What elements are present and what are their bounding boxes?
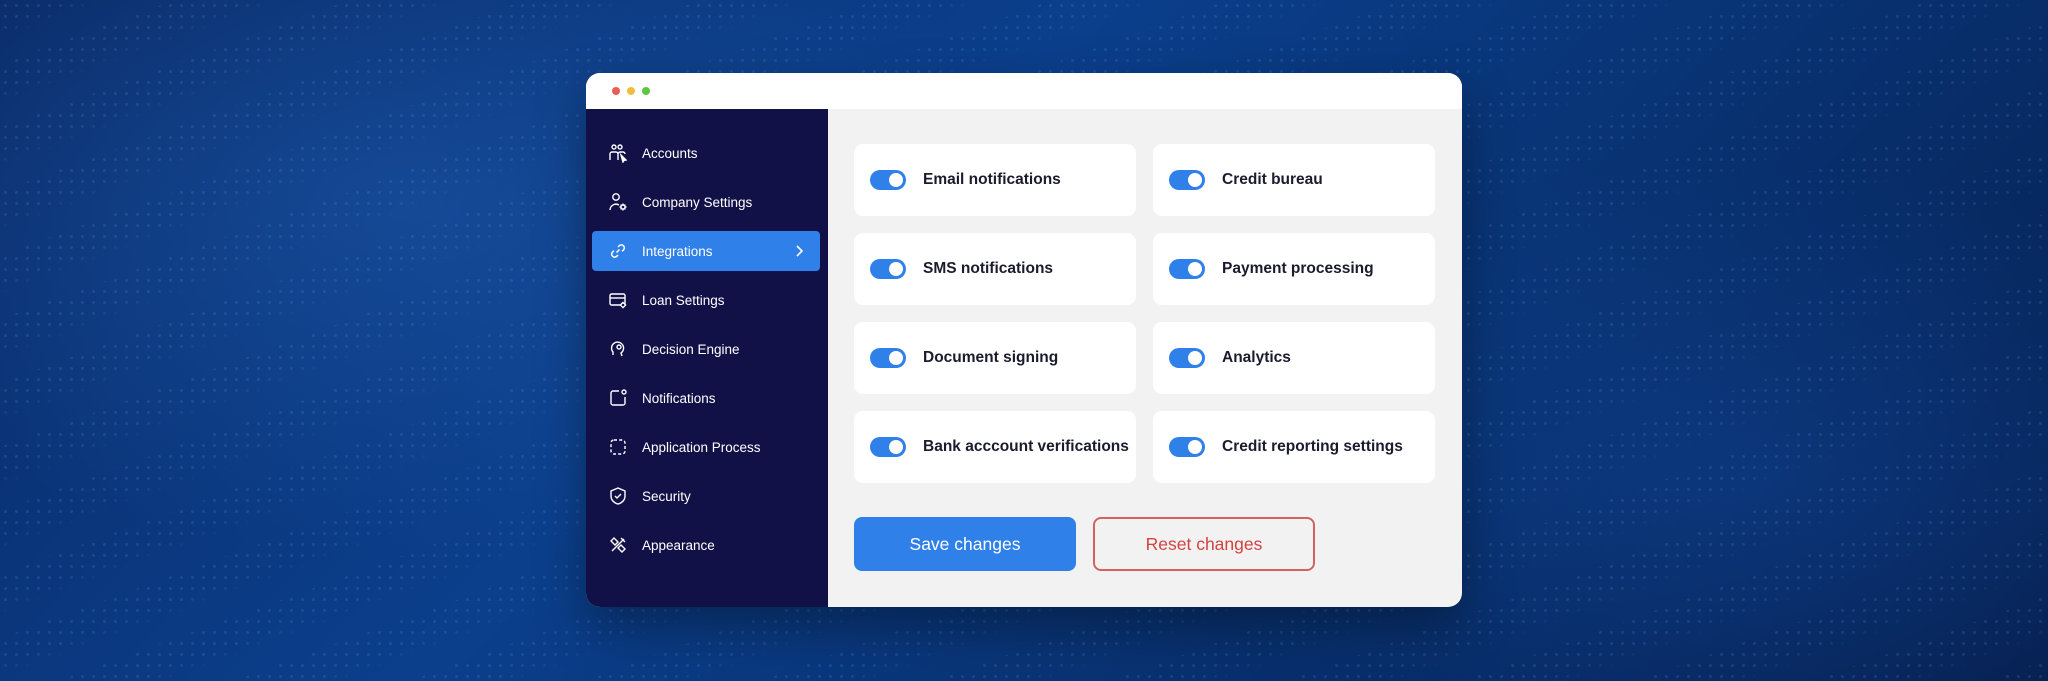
analytics-toggle[interactable]	[1169, 348, 1205, 368]
integration-card-credit-reporting-settings: Credit reporting settings	[1153, 411, 1435, 483]
appearance-icon	[608, 535, 628, 555]
document-signing-toggle[interactable]	[870, 348, 906, 368]
integration-card-sms-notifications: SMS notifications	[854, 233, 1136, 305]
integration-label: Analytics	[1222, 349, 1291, 366]
payment-processing-toggle[interactable]	[1169, 259, 1205, 279]
sidebar-item-application-process[interactable]: Application Process	[592, 427, 820, 467]
sidebar-item-label: Decision Engine	[642, 341, 740, 357]
integration-label: SMS notifications	[923, 260, 1054, 277]
integration-card-payment-processing: Payment processing	[1153, 233, 1435, 305]
integration-card-bank-account-verifications: Bank acccount verifications	[854, 411, 1136, 483]
integration-label: Email notifications	[923, 171, 1061, 188]
integration-card-credit-bureau: Credit bureau	[1153, 144, 1435, 216]
integrations-grid: Email notifications Credit bureau SMS no…	[854, 144, 1436, 483]
integrations-panel: Email notifications Credit bureau SMS no…	[828, 109, 1462, 607]
notifications-icon	[608, 388, 628, 408]
sidebar-item-label: Application Process	[642, 439, 761, 455]
integration-label: Bank acccount verifications	[923, 438, 1129, 455]
application-process-icon	[608, 437, 628, 457]
bank-account-verifications-toggle[interactable]	[870, 437, 906, 457]
chevron-right-icon	[796, 245, 804, 257]
sidebar-item-label: Integrations	[642, 243, 713, 259]
maximize-window-button[interactable]	[642, 87, 650, 95]
credit-bureau-toggle[interactable]	[1169, 170, 1205, 190]
sidebar: Accounts Company Settings Integrations L…	[586, 109, 828, 607]
integration-card-document-signing: Document signing	[854, 322, 1136, 394]
integration-label: Document signing	[923, 349, 1059, 366]
email-notifications-toggle[interactable]	[870, 170, 906, 190]
shield-icon	[608, 486, 628, 506]
sidebar-item-company-settings[interactable]: Company Settings	[592, 182, 820, 222]
sidebar-item-notifications[interactable]: Notifications	[592, 378, 820, 418]
reset-changes-button[interactable]: Reset changes	[1093, 517, 1315, 571]
integration-label: Payment processing	[1222, 260, 1374, 277]
integration-card-email-notifications: Email notifications	[854, 144, 1136, 216]
integration-card-analytics: Analytics	[1153, 322, 1435, 394]
integrations-icon	[608, 241, 628, 261]
sidebar-item-integrations[interactable]: Integrations	[592, 231, 820, 271]
sidebar-item-security[interactable]: Security	[592, 476, 820, 516]
integration-label: Credit reporting settings	[1222, 438, 1403, 455]
sidebar-item-label: Notifications	[642, 390, 716, 406]
sidebar-item-loan-settings[interactable]: Loan Settings	[592, 280, 820, 320]
credit-reporting-settings-toggle[interactable]	[1169, 437, 1205, 457]
sms-notifications-toggle[interactable]	[870, 259, 906, 279]
app-window: Accounts Company Settings Integrations L…	[586, 73, 1462, 607]
loan-settings-icon	[608, 290, 628, 310]
close-window-button[interactable]	[612, 87, 620, 95]
sidebar-item-decision-engine[interactable]: Decision Engine	[592, 329, 820, 369]
integration-label: Credit bureau	[1222, 171, 1323, 188]
sidebar-item-label: Loan Settings	[642, 292, 725, 308]
sidebar-item-label: Accounts	[642, 145, 698, 161]
action-bar: Save changes Reset changes	[854, 517, 1436, 571]
sidebar-item-label: Company Settings	[642, 194, 753, 210]
decision-engine-icon	[608, 339, 628, 359]
sidebar-item-label: Appearance	[642, 537, 715, 553]
minimize-window-button[interactable]	[627, 87, 635, 95]
sidebar-item-accounts[interactable]: Accounts	[592, 133, 820, 173]
accounts-icon	[608, 143, 628, 163]
sidebar-item-label: Security	[642, 488, 691, 504]
save-changes-button[interactable]: Save changes	[854, 517, 1076, 571]
company-settings-icon	[608, 192, 628, 212]
sidebar-item-appearance[interactable]: Appearance	[592, 525, 820, 565]
title-bar	[586, 73, 1462, 109]
